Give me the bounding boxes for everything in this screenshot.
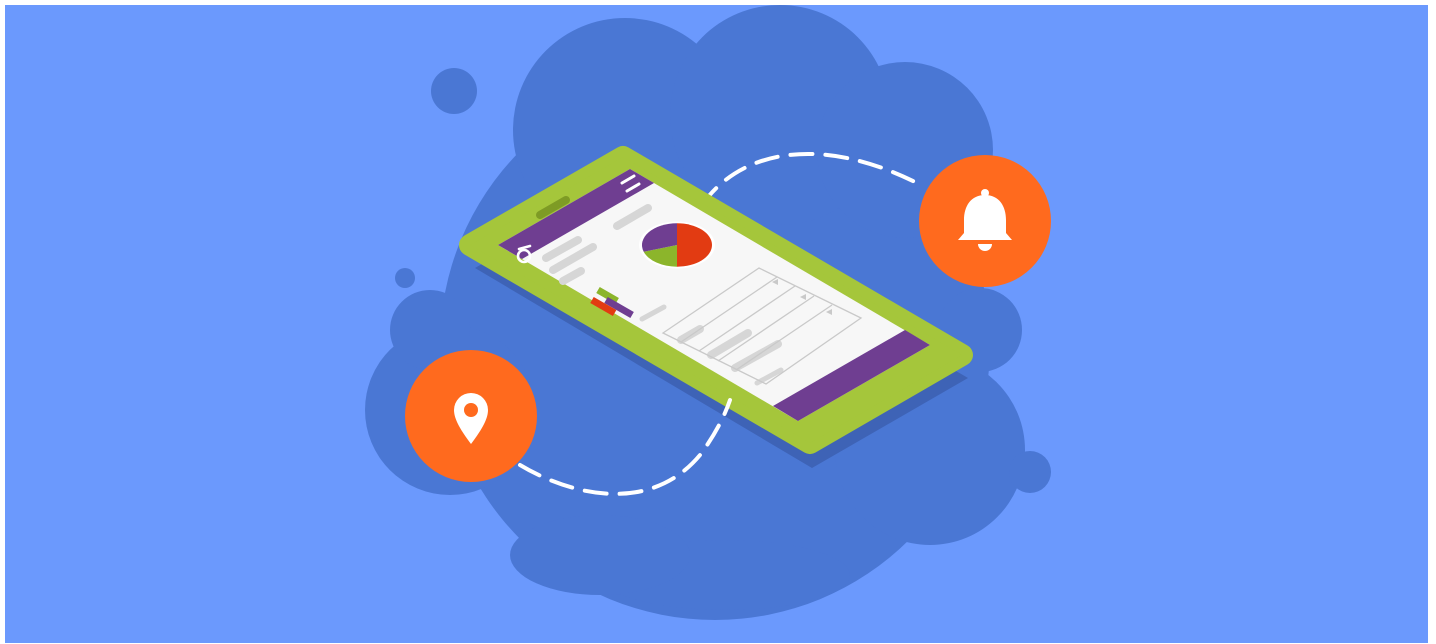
- decor-dot-small: [395, 268, 415, 288]
- location-badge[interactable]: [405, 350, 537, 482]
- illustration-canvas: [5, 5, 1428, 643]
- screen-pie-chart: [639, 221, 715, 269]
- decor-dot-medium: [1009, 451, 1051, 493]
- notification-badge[interactable]: [919, 155, 1051, 287]
- decor-dot-large: [431, 68, 477, 114]
